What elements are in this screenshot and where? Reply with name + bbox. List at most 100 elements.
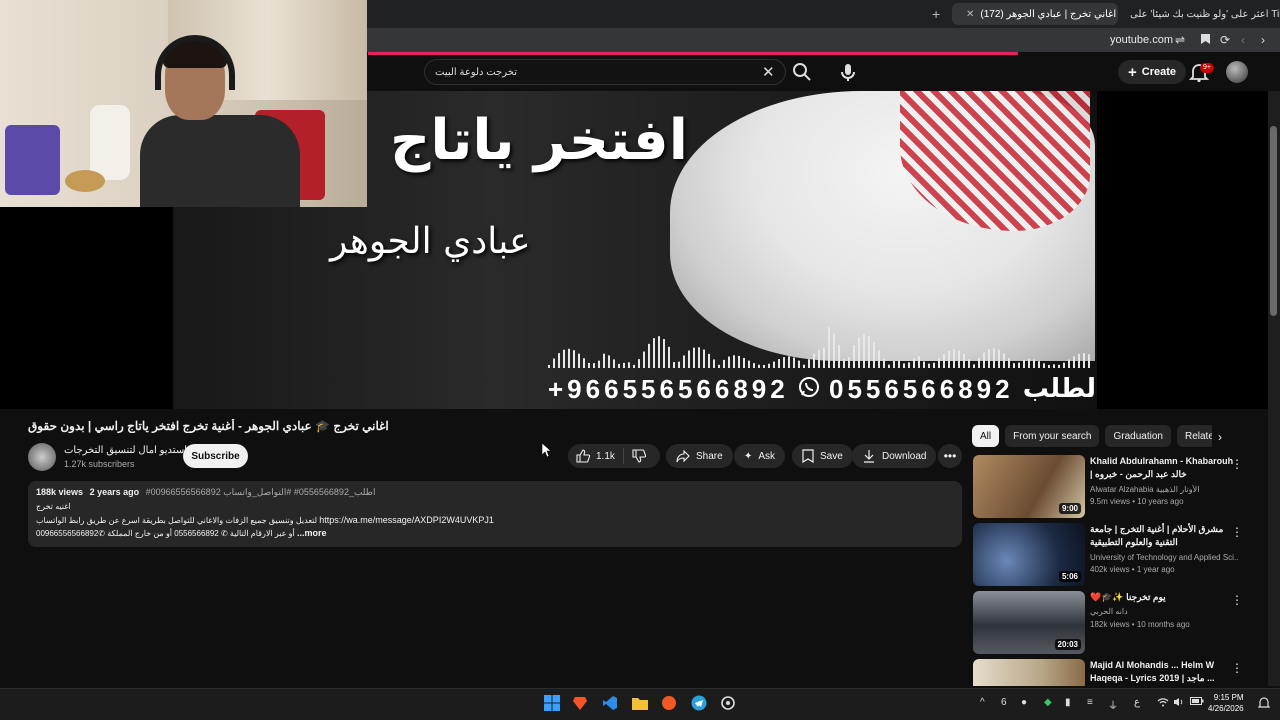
save-button[interactable]: Save <box>792 444 853 468</box>
vscode-icon[interactable] <box>600 693 620 713</box>
tab-youtube[interactable]: ✕ (172) اغاني تخرج | عبادي الجوهر <box>952 3 1118 25</box>
description-hashtags[interactable]: #اطلب_0556566892# #التواصل_واتساب 009665… <box>146 487 376 497</box>
view-count: 188k views <box>36 487 84 497</box>
subscribe-button[interactable]: Subscribe <box>183 444 248 468</box>
chip-from-your-search[interactable]: From your search <box>1005 425 1100 447</box>
wifi-icon[interactable] <box>1157 697 1169 710</box>
recommended-title[interactable]: Khalid Abdulrahamn - Khabarouh | خالد عب… <box>1090 455 1238 481</box>
url-text[interactable]: youtube.com <box>1110 34 1173 46</box>
video-thumbnail[interactable]: 9:00 <box>973 455 1085 518</box>
chip-graduation[interactable]: Graduation <box>1105 425 1171 447</box>
ask-button[interactable]: ✦ Ask <box>734 444 786 468</box>
waveform-bar <box>783 357 785 368</box>
new-tab-icon[interactable]: + <box>932 6 940 22</box>
waveform-bar <box>948 350 950 368</box>
bookmark-icon[interactable] <box>1200 33 1211 48</box>
recommended-video[interactable]: 5:06 مشرق الأحلام | أغنية التخرج | جامعة… <box>973 523 1258 587</box>
waveform-bar <box>648 343 650 368</box>
telegram-icon[interactable] <box>689 693 709 713</box>
dislike-button[interactable] <box>624 449 660 463</box>
overlay-song-title: افتخر ياتاج <box>390 108 688 173</box>
waveform-bar <box>638 359 640 368</box>
description-line: اغنيه تخرج <box>36 502 71 511</box>
forward-icon[interactable]: › <box>1261 33 1265 47</box>
search-icon[interactable] <box>790 60 814 84</box>
waveform-bar <box>603 353 605 368</box>
more-options-icon[interactable]: ⋮ <box>1231 593 1243 607</box>
reload-icon[interactable]: ⟳ <box>1220 33 1230 47</box>
waveform-bar <box>843 358 845 368</box>
waveform-bar <box>618 363 620 368</box>
recommended-video[interactable]: 9:00 Khalid Abdulrahamn - Khabarouh | خا… <box>973 455 1258 519</box>
channel-avatar[interactable] <box>28 443 56 471</box>
channel-name[interactable]: استديو امال لتنسيق التخرجات <box>64 445 187 456</box>
keyboard-language[interactable]: ع <box>1134 697 1140 708</box>
like-button[interactable]: 1.1k <box>568 448 624 464</box>
scrollbar-thumb[interactable] <box>1270 126 1277 316</box>
volume-icon[interactable] <box>1173 697 1185 710</box>
show-more-link[interactable]: ...more <box>297 528 327 538</box>
chip-all[interactable]: All <box>972 425 1000 447</box>
waveform-bar <box>968 359 970 368</box>
waveform-bar <box>1083 353 1085 368</box>
recommended-title[interactable]: Majid Al Mohandis ... Helm W Haqeqa - Ly… <box>1090 659 1238 685</box>
waveform-bar <box>633 364 635 368</box>
create-button[interactable]: + Create <box>1118 60 1187 84</box>
waveform-bar <box>973 364 975 368</box>
tab-tiktok[interactable]: اعثر على 'ولو ظنيت بك شيئا' على TikTok <box>1122 3 1280 25</box>
recommended-video[interactable]: Majid Al Mohandis ... Helm W Haqeqa - Ly… <box>973 659 1258 686</box>
chevron-right-icon[interactable]: › <box>1218 430 1222 444</box>
battery-icon[interactable] <box>1190 697 1204 708</box>
share-button[interactable]: Share <box>666 444 733 468</box>
waveform-bar <box>793 357 795 368</box>
tray-app-icon[interactable]: ● <box>1021 697 1027 708</box>
recommended-title[interactable]: مشرق الأحلام | أغنية التخرج | جامعة التق… <box>1090 523 1238 549</box>
waveform-bar <box>608 355 610 368</box>
file-explorer-icon[interactable] <box>630 693 650 713</box>
waveform-bar <box>738 355 740 368</box>
download-button[interactable]: Download <box>852 444 937 468</box>
waveform-bar <box>698 347 700 368</box>
video-thumbnail[interactable]: 5:06 <box>973 523 1085 586</box>
recommended-channel[interactable]: University of Technology and Applied Sci… <box>1090 553 1238 562</box>
recommended-video[interactable]: 20:03 ❤️🎓✨ يوم تخرجنا دانه الحربي 182k v… <box>973 591 1258 655</box>
recommended-title[interactable]: ❤️🎓✨ يوم تخرجنا <box>1090 591 1238 604</box>
system-clock[interactable]: 9:15 PM 4/26/2026 <box>1208 692 1244 714</box>
microphone-icon[interactable]: ⏚ <box>1108 697 1118 712</box>
ask-label: Ask <box>758 450 776 462</box>
more-options-icon[interactable]: ⋮ <box>1231 457 1243 471</box>
recommended-channel[interactable]: دانه الحربي <box>1090 607 1238 616</box>
more-options-icon[interactable]: ⋮ <box>1231 525 1243 539</box>
weather-temp[interactable]: 6 <box>1001 697 1007 708</box>
microphone-icon[interactable] <box>836 60 860 84</box>
close-tab-icon[interactable]: ✕ <box>966 9 974 20</box>
overlay-contact-line: +966556566892 0556566892 لطلب <box>548 371 1096 407</box>
tray-app-icon[interactable]: ▮ <box>1065 697 1071 708</box>
recommended-channel[interactable]: Alwatar Alzahabia الأوتار الذهبية <box>1090 485 1238 494</box>
chatgpt-icon[interactable] <box>718 693 738 713</box>
app-orange-icon[interactable] <box>659 693 679 713</box>
search-input[interactable]: تخرجت دلوعة البيت <box>424 59 786 85</box>
more-options-icon[interactable]: ⋮ <box>1231 661 1243 675</box>
site-settings-icon[interactable]: ⇌ <box>1175 33 1185 47</box>
chip-related[interactable]: Related <box>1176 425 1212 447</box>
more-actions-icon[interactable]: ••• <box>938 444 962 468</box>
waveform-bar <box>988 349 990 368</box>
subscriber-count: 1.27k subscribers <box>64 459 135 469</box>
clear-search-icon[interactable]: ✕ <box>762 63 775 81</box>
notification-center-icon[interactable] <box>1257 697 1271 712</box>
windows-start-icon[interactable] <box>542 693 562 713</box>
description-line: لتعديل وتنسيق جميع الزفات والاغاني للتوا… <box>36 515 494 525</box>
video-thumbnail[interactable]: 20:03 <box>973 591 1085 654</box>
brave-browser-icon[interactable] <box>570 693 590 713</box>
tray-app-icon[interactable]: ≡ <box>1087 697 1093 708</box>
tray-overflow-icon[interactable]: ^ <box>980 697 985 708</box>
back-icon[interactable]: ‹ <box>1241 33 1245 47</box>
video-thumbnail[interactable] <box>973 659 1085 686</box>
whatsapp-link[interactable]: https://wa.me/message/AXDPI2W4UVKPJ1 <box>319 515 494 525</box>
waveform-bar <box>623 362 625 368</box>
shield-icon[interactable]: ◆ <box>1044 697 1052 708</box>
waveform-bar <box>953 349 955 368</box>
waveform-bar <box>1048 364 1050 368</box>
account-avatar[interactable] <box>1226 61 1248 83</box>
